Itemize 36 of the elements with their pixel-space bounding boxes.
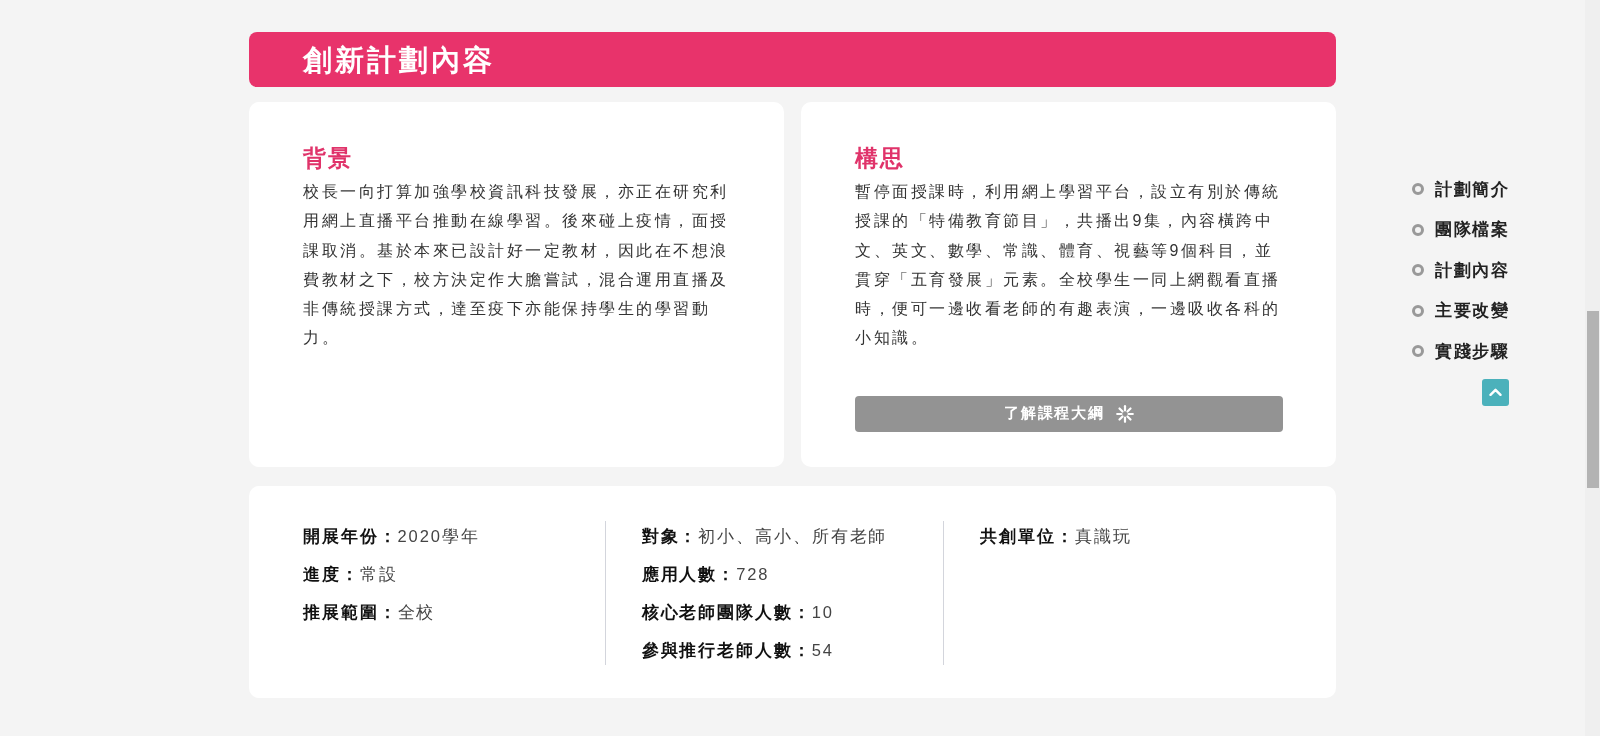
ring-icon [1412, 183, 1424, 196]
side-nav-link[interactable]: 實踐步驟 [1412, 331, 1509, 372]
scrollbar-track[interactable] [1585, 0, 1600, 736]
side-nav-link[interactable]: 計劃簡介 [1412, 169, 1509, 210]
ring-icon [1412, 264, 1424, 277]
card-heading: 背景 [303, 144, 353, 173]
spinner-icon [1115, 404, 1134, 423]
detail-label: 進度： [303, 564, 360, 586]
detail-label: 開展年份： [303, 526, 398, 548]
ring-icon [1412, 223, 1424, 236]
detail-label: 應用人數： [641, 564, 737, 586]
detail-value: 常設 [359, 564, 398, 586]
side-nav-link[interactable]: 計劃內容 [1412, 250, 1509, 291]
ring-icon [1412, 345, 1424, 358]
detail-label: 對象： [641, 526, 699, 548]
scrollbar-thumb[interactable] [1586, 311, 1599, 488]
detail-value: 728 [736, 564, 770, 586]
ring-icon [1412, 304, 1424, 317]
detail-label: 核心老師團隊人數： [641, 602, 812, 624]
detail-value: 全校 [397, 602, 436, 624]
chevron-up-icon [1489, 388, 1502, 396]
detail-value: 54 [811, 640, 834, 662]
detail-label: 共創單位： [980, 526, 1075, 548]
back-to-top-button[interactable] [1482, 378, 1509, 406]
side-nav-link[interactable]: 團隊檔案 [1412, 209, 1509, 250]
detail-value: 真識玩 [1074, 526, 1132, 548]
card-heading: 構思 [855, 144, 905, 173]
side-nav-link[interactable]: 主要改變 [1412, 290, 1509, 331]
detail-value: 初小、高小、所有老師 [698, 526, 888, 548]
section-title: 創新計劃內容 [303, 42, 495, 78]
detail-label: 推展範圍： [303, 602, 398, 624]
detail-value: 10 [811, 602, 834, 624]
card-paragraph: 校長一向打算加強學校資訊科技發展，亦正在研究利用網上直播平台推動在線學習。後來碰上疫情，面授課取消。基於本來已設計好一定教材，因此在不想浪費教材之下，校方決定作大膽嘗試，混合運用直播及非傳統授課方式，達至疫下亦能保持學生的學習動力。 [303, 182, 730, 349]
detail-label: 參與推行老師人數： [641, 640, 812, 662]
card-paragraph: 暫停面授課時，利用網上學習平台，設立有別於傳統授課的「特備教育節目」，共播出9集，內容橫跨中文、英文、數學、常識、體育、視藝等9個科目，並貫穿「五育發展」元素。全校學生一同上網觀看直播時，便可一邊收看老師的有趣表演，一邊吸收各科的小知識。 [855, 182, 1282, 349]
detail-value: 2020學年 [397, 526, 480, 548]
